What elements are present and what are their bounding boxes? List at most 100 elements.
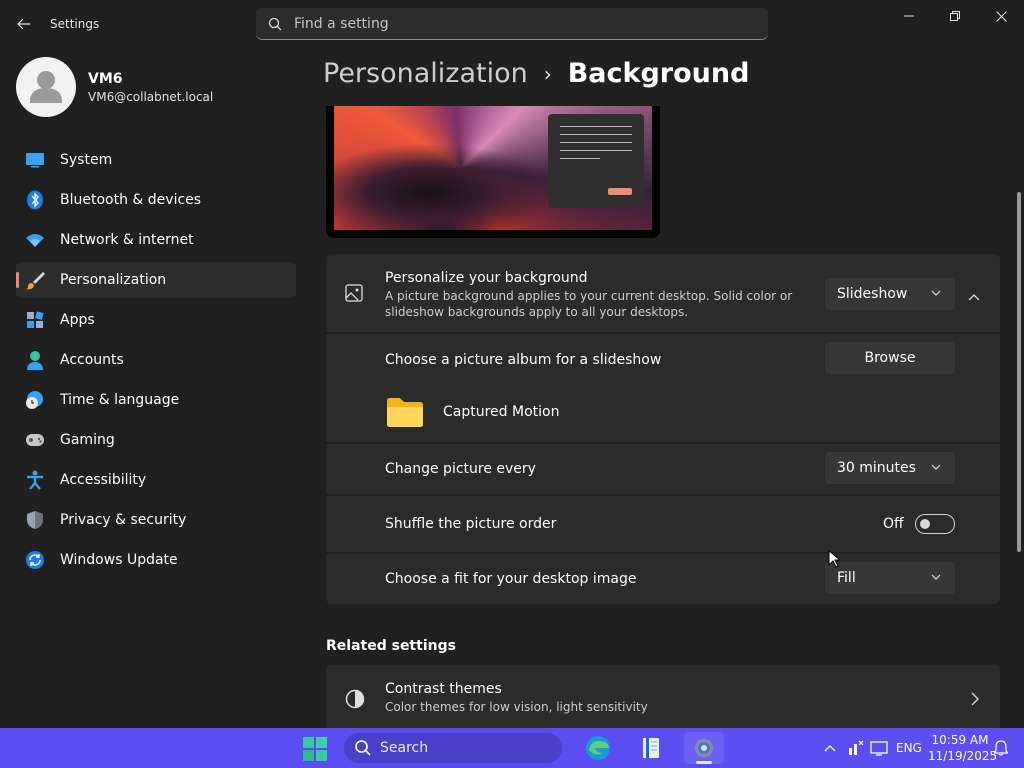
settings-gear-icon: [695, 739, 713, 757]
taskbar-edge[interactable]: [578, 732, 618, 764]
bell-icon: [994, 740, 1008, 756]
interval-dropdown[interactable]: 30 minutes: [825, 452, 955, 484]
sidebar-item-network[interactable]: Network & internet: [16, 222, 296, 258]
clock-time: 10:59 AM: [931, 733, 989, 747]
content-area: Personalize your background A picture ba…: [326, 106, 1000, 728]
back-button[interactable]: [10, 12, 38, 36]
album-name: Captured Motion: [443, 404, 560, 420]
preview-window-mock: [548, 114, 644, 208]
sidebar-item-accessibility[interactable]: Accessibility: [16, 462, 296, 498]
scrollbar[interactable]: [1017, 192, 1021, 552]
show-hidden-icons-button[interactable]: [824, 728, 836, 768]
mouse-cursor-icon: [828, 549, 842, 572]
sidebar-item-label: Network & internet: [60, 232, 194, 248]
sidebar-item-time-language[interactable]: Time & language: [16, 382, 296, 418]
globe-clock-icon: [24, 389, 46, 411]
fit-value: Fill: [837, 570, 856, 586]
sidebar-item-bluetooth[interactable]: Bluetooth & devices: [16, 182, 296, 218]
apps-icon: [24, 309, 46, 331]
title-bar: Settings: [0, 0, 1024, 48]
sidebar-item-system[interactable]: System: [16, 142, 296, 178]
restore-icon: [950, 11, 960, 21]
gamepad-icon: [24, 429, 46, 451]
chevron-up-icon[interactable]: [968, 288, 980, 307]
background-description-line1: A picture background applies to your cur…: [385, 289, 793, 303]
shuffle-state-label: Off: [883, 516, 904, 532]
tray-display[interactable]: [870, 728, 888, 768]
sidebar-item-label: Apps: [60, 312, 95, 328]
chevron-down-icon: [931, 464, 941, 470]
profile-name: VM6: [88, 70, 123, 87]
chevron-down-icon: [931, 290, 941, 296]
sidebar-item-windows-update[interactable]: Windows Update: [16, 542, 296, 578]
contrast-themes-row[interactable]: Contrast themes Color themes for low vis…: [326, 665, 1000, 728]
background-type-value: Slideshow: [837, 286, 908, 302]
notifications-button[interactable]: [994, 728, 1008, 768]
display-tray-icon: [870, 741, 888, 756]
sidebar-item-label: Accounts: [60, 352, 124, 368]
close-button[interactable]: [978, 0, 1024, 32]
restore-button[interactable]: [932, 0, 978, 32]
sidebar-item-apps[interactable]: Apps: [16, 302, 296, 338]
browse-button[interactable]: Browse: [825, 342, 955, 374]
sidebar-item-label: Personalization: [60, 272, 167, 288]
chevron-up-icon: [824, 745, 836, 752]
start-button[interactable]: [302, 736, 328, 762]
sidebar-item-personalization[interactable]: Personalization: [16, 262, 296, 298]
breadcrumb-separator: ›: [543, 61, 552, 86]
monitor-icon: [24, 149, 46, 171]
brush-icon: [24, 269, 46, 291]
fit-label: Choose a fit for your desktop image: [385, 571, 637, 587]
breadcrumb-parent[interactable]: Personalization: [323, 58, 528, 89]
person-avatar-icon: [30, 71, 62, 103]
album-label: Choose a picture album for a slideshow: [385, 352, 662, 368]
windows-logo-icon: [303, 737, 327, 761]
search-input[interactable]: [294, 15, 734, 32]
shuffle-toggle[interactable]: [915, 514, 955, 534]
breadcrumb: Personalization › Background: [323, 58, 749, 89]
chevron-down-icon: [931, 574, 941, 580]
background-title: Personalize your background: [385, 270, 588, 286]
close-icon: [995, 10, 1007, 22]
sidebar-item-label: Bluetooth & devices: [60, 192, 202, 208]
interval-value: 30 minutes: [837, 460, 916, 476]
sidebar-item-label: System: [60, 152, 113, 168]
contrast-icon: [345, 689, 365, 713]
sidebar-item-privacy[interactable]: Privacy & security: [16, 502, 296, 538]
system-clock[interactable]: 10:59 AM 11/19/2025: [928, 732, 998, 764]
user-profile[interactable]: VM6 VM6@collabnet.local: [16, 57, 213, 117]
folder-icon: [386, 397, 424, 431]
chevron-right-icon: [971, 691, 979, 710]
sidebar-item-accounts[interactable]: Accounts: [16, 342, 296, 378]
desktop-preview: [326, 106, 660, 238]
shield-icon: [24, 509, 46, 531]
search-icon: [355, 740, 371, 756]
minimize-button[interactable]: [886, 0, 932, 32]
picture-icon: [345, 284, 363, 306]
accessibility-icon: [24, 469, 46, 491]
taskbar-search[interactable]: Search: [344, 733, 562, 763]
minimize-icon: [904, 15, 914, 17]
sidebar-item-label: Privacy & security: [60, 512, 187, 528]
related-settings-heading: Related settings: [326, 638, 456, 654]
search-icon: [256, 17, 294, 31]
page-title: Background: [567, 58, 750, 89]
sidebar-item-label: Time & language: [60, 392, 180, 408]
picture-album-row: Choose a picture album for a slideshow B…: [326, 334, 1000, 442]
wifi-icon: [24, 229, 46, 251]
contrast-themes-description: Color themes for low vision, light sensi…: [385, 700, 648, 714]
avatar: [16, 57, 76, 117]
update-icon: [24, 549, 46, 571]
clock-date: 11/19/2025: [928, 749, 998, 763]
background-type-dropdown[interactable]: Slideshow: [825, 278, 955, 310]
taskbar-settings[interactable]: [684, 732, 724, 764]
tray-network[interactable]: [848, 728, 864, 768]
personalize-background-row[interactable]: Personalize your background A picture ba…: [326, 254, 1000, 332]
taskbar-file-app[interactable]: [631, 732, 671, 764]
sidebar-item-gaming[interactable]: Gaming: [16, 422, 296, 458]
search-box[interactable]: [256, 8, 768, 40]
language-indicator[interactable]: ENG: [896, 728, 922, 768]
sidebar-nav: System Bluetooth & devices Network & int…: [16, 142, 296, 582]
fit-dropdown[interactable]: Fill: [825, 562, 955, 594]
back-arrow-icon: [17, 18, 30, 30]
